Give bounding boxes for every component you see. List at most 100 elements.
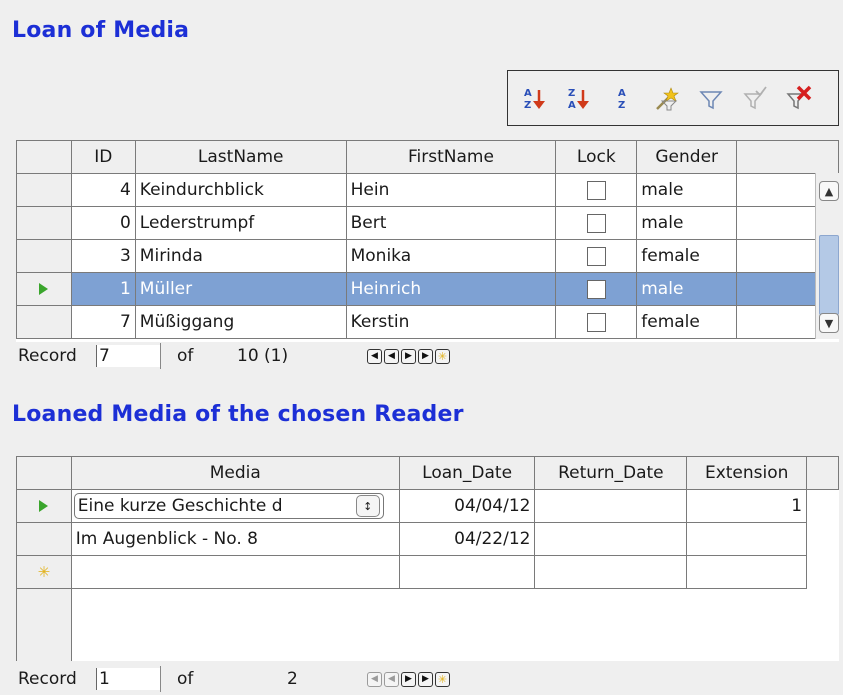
cell-return-date[interactable] <box>534 555 688 589</box>
cell-id[interactable]: 3 <box>70 239 136 273</box>
row-header-new[interactable]: ✳ <box>16 555 72 589</box>
cell-firstname[interactable]: Monika <box>345 239 557 273</box>
sort-button[interactable]: A Z <box>610 82 636 114</box>
row-header[interactable] <box>16 305 72 339</box>
cell-id[interactable]: 0 <box>70 206 136 240</box>
lock-checkbox[interactable] <box>586 246 606 266</box>
scroll-up-button[interactable]: ▲ <box>819 181 839 201</box>
cell-extension[interactable] <box>686 555 808 589</box>
cell-firstname[interactable]: Heinrich <box>345 272 557 306</box>
row-header[interactable] <box>16 239 72 273</box>
new-record-button[interactable]: ✳ <box>435 671 450 687</box>
lock-checkbox[interactable] <box>586 213 606 233</box>
media-header-row: Media Loan_Date Return_Date Extension <box>16 456 839 490</box>
cell-firstname[interactable]: Hein <box>345 173 557 207</box>
column-header-loan-date[interactable]: Loan_Date <box>398 456 536 490</box>
row-header[interactable] <box>16 173 72 207</box>
table-row-selected[interactable]: 1 Müller Heinrich male <box>16 272 839 306</box>
row-header-current[interactable] <box>16 489 72 523</box>
sort-ascending-icon: A Z <box>524 88 545 111</box>
scroll-down-button[interactable]: ▼ <box>819 313 839 333</box>
row-header[interactable] <box>16 522 72 556</box>
last-record-button[interactable]: ▶ <box>418 348 433 364</box>
cell-lock[interactable] <box>555 305 638 339</box>
cell-gender[interactable]: female <box>636 305 738 339</box>
sort-ascending-button[interactable]: A Z <box>522 82 548 114</box>
cell-lock[interactable] <box>555 206 638 240</box>
empty-area <box>16 588 839 661</box>
cell-gender[interactable]: male <box>636 173 738 207</box>
row-header[interactable] <box>16 206 72 240</box>
autofilter-button[interactable] <box>654 82 680 114</box>
media-combobox[interactable]: Eine kurze Geschichte d ↕ <box>73 493 384 519</box>
svg-text:A: A <box>568 100 576 111</box>
cell-loan-date[interactable] <box>398 555 536 589</box>
readers-vertical-scrollbar[interactable]: ▲ ▼ <box>815 173 840 339</box>
column-header-gender[interactable]: Gender <box>636 140 738 174</box>
cell-lock[interactable] <box>555 239 638 273</box>
cell-lastname[interactable]: Lederstrumpf <box>134 206 347 240</box>
remove-filter-button[interactable] <box>786 82 812 114</box>
record-number-field[interactable]: 7 <box>96 345 160 367</box>
column-header-id[interactable]: ID <box>70 140 136 174</box>
chevron-up-icon: ▲ <box>824 184 834 198</box>
first-record-button[interactable]: ◀ <box>367 671 382 687</box>
table-row[interactable]: 7 Müßiggang Kerstin female <box>16 305 839 339</box>
column-header-firstname[interactable]: FirstName <box>345 140 557 174</box>
cell-gender[interactable]: male <box>636 272 738 306</box>
cell-extension[interactable]: 1 <box>686 489 808 523</box>
cell-lock[interactable] <box>555 173 638 207</box>
column-header-lock[interactable]: Lock <box>555 140 638 174</box>
cell-id[interactable]: 1 <box>70 272 136 306</box>
last-record-button[interactable]: ▶ <box>418 671 433 687</box>
cell-media[interactable]: Im Augenblick - No. 8 <box>70 522 400 556</box>
cell-lastname[interactable]: Keindurchblick <box>134 173 347 207</box>
previous-record-button[interactable]: ◀ <box>384 671 399 687</box>
table-row[interactable]: 0 Lederstrumpf Bert male <box>16 206 839 240</box>
cell-loan-date[interactable]: 04/04/12 <box>398 489 536 523</box>
table-row[interactable]: 4 Keindurchblick Hein male <box>16 173 839 207</box>
cell-firstname[interactable]: Kerstin <box>345 305 557 339</box>
column-header-return-date[interactable]: Return_Date <box>534 456 688 490</box>
cell-lock[interactable] <box>555 272 638 306</box>
table-row[interactable]: Eine kurze Geschichte d ↕ 04/04/12 1 <box>16 489 839 523</box>
first-record-button[interactable]: ◀ <box>367 348 382 364</box>
cell-gender[interactable]: female <box>636 239 738 273</box>
cell-id[interactable]: 4 <box>70 173 136 207</box>
table-row[interactable]: Im Augenblick - No. 8 04/22/12 <box>16 522 839 556</box>
cell-loan-date[interactable]: 04/22/12 <box>398 522 536 556</box>
next-record-button[interactable]: ▶ <box>401 671 416 687</box>
cell-lastname[interactable]: Müller <box>134 272 347 306</box>
column-header-media[interactable]: Media <box>70 456 400 490</box>
cell-lastname[interactable]: Müßiggang <box>134 305 347 339</box>
combobox-dropdown-button[interactable]: ↕ <box>355 495 380 517</box>
cell-lastname[interactable]: Mirinda <box>134 239 347 273</box>
cell-gender[interactable]: male <box>636 206 738 240</box>
row-header-current[interactable] <box>16 272 72 306</box>
cell-media[interactable] <box>70 555 400 589</box>
cell-firstname[interactable]: Bert <box>345 206 557 240</box>
sort-descending-button[interactable]: Z A <box>566 82 592 114</box>
sort-icon: A Z <box>618 88 626 111</box>
of-label: of <box>160 343 237 369</box>
new-record-star-icon: ✳ <box>37 563 51 581</box>
scroll-thumb[interactable] <box>819 235 839 315</box>
next-record-button[interactable]: ▶ <box>401 348 416 364</box>
apply-filter-button[interactable] <box>742 82 768 114</box>
cell-return-date[interactable] <box>534 522 688 556</box>
lock-checkbox[interactable] <box>586 279 606 299</box>
new-record-row[interactable]: ✳ <box>16 555 839 589</box>
new-record-button[interactable]: ✳ <box>435 348 450 364</box>
column-header-lastname[interactable]: LastName <box>134 140 347 174</box>
cell-media[interactable]: Eine kurze Geschichte d ↕ <box>70 489 400 523</box>
record-number-field[interactable]: 1 <box>96 668 160 690</box>
table-row[interactable]: 3 Mirinda Monika female <box>16 239 839 273</box>
lock-checkbox[interactable] <box>586 180 606 200</box>
standard-filter-button[interactable] <box>698 82 724 114</box>
cell-extension[interactable] <box>686 522 808 556</box>
column-header-extension[interactable]: Extension <box>686 456 808 490</box>
cell-id[interactable]: 7 <box>70 305 136 339</box>
lock-checkbox[interactable] <box>586 312 606 332</box>
previous-record-button[interactable]: ◀ <box>384 348 399 364</box>
cell-return-date[interactable] <box>534 489 688 523</box>
